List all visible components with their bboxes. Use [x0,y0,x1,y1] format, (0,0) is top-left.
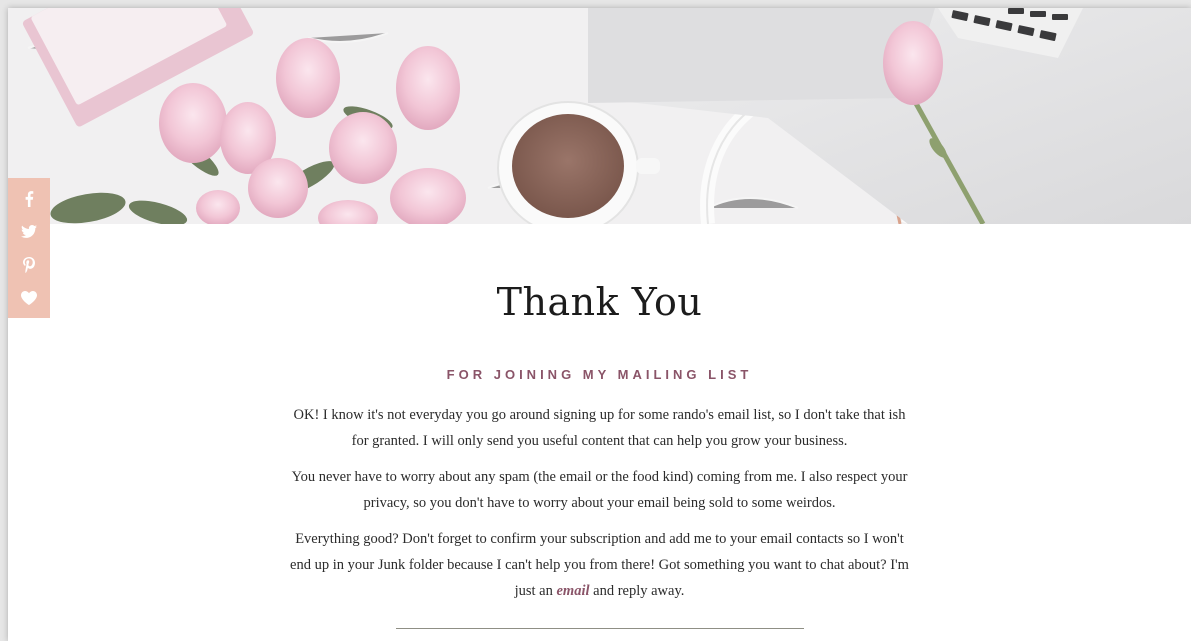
paragraph-confirm: Everything good? Don't forget to confirm… [290,526,910,604]
facebook-share-button[interactable] [17,187,41,211]
hero-illustration [8,8,1191,224]
content-divider [395,628,804,629]
main-content: Thank You FOR JOINING MY MAILING LIST OK… [8,224,1191,629]
hero-image [8,8,1191,224]
page-title: Thank You [496,280,703,324]
facebook-icon [25,190,34,207]
paragraph-intro: OK! I know it's not everyday you go arou… [293,407,906,449]
page-subtitle: FOR JOINING MY MAILING LIST [446,367,753,382]
paragraph-privacy: You never have to worry about any spam (… [291,469,908,511]
page: Thank You FOR JOINING MY MAILING LIST OK… [8,8,1191,641]
paragraph-confirm-tail: and reply away. [589,583,685,599]
email-link[interactable]: email [556,583,589,599]
